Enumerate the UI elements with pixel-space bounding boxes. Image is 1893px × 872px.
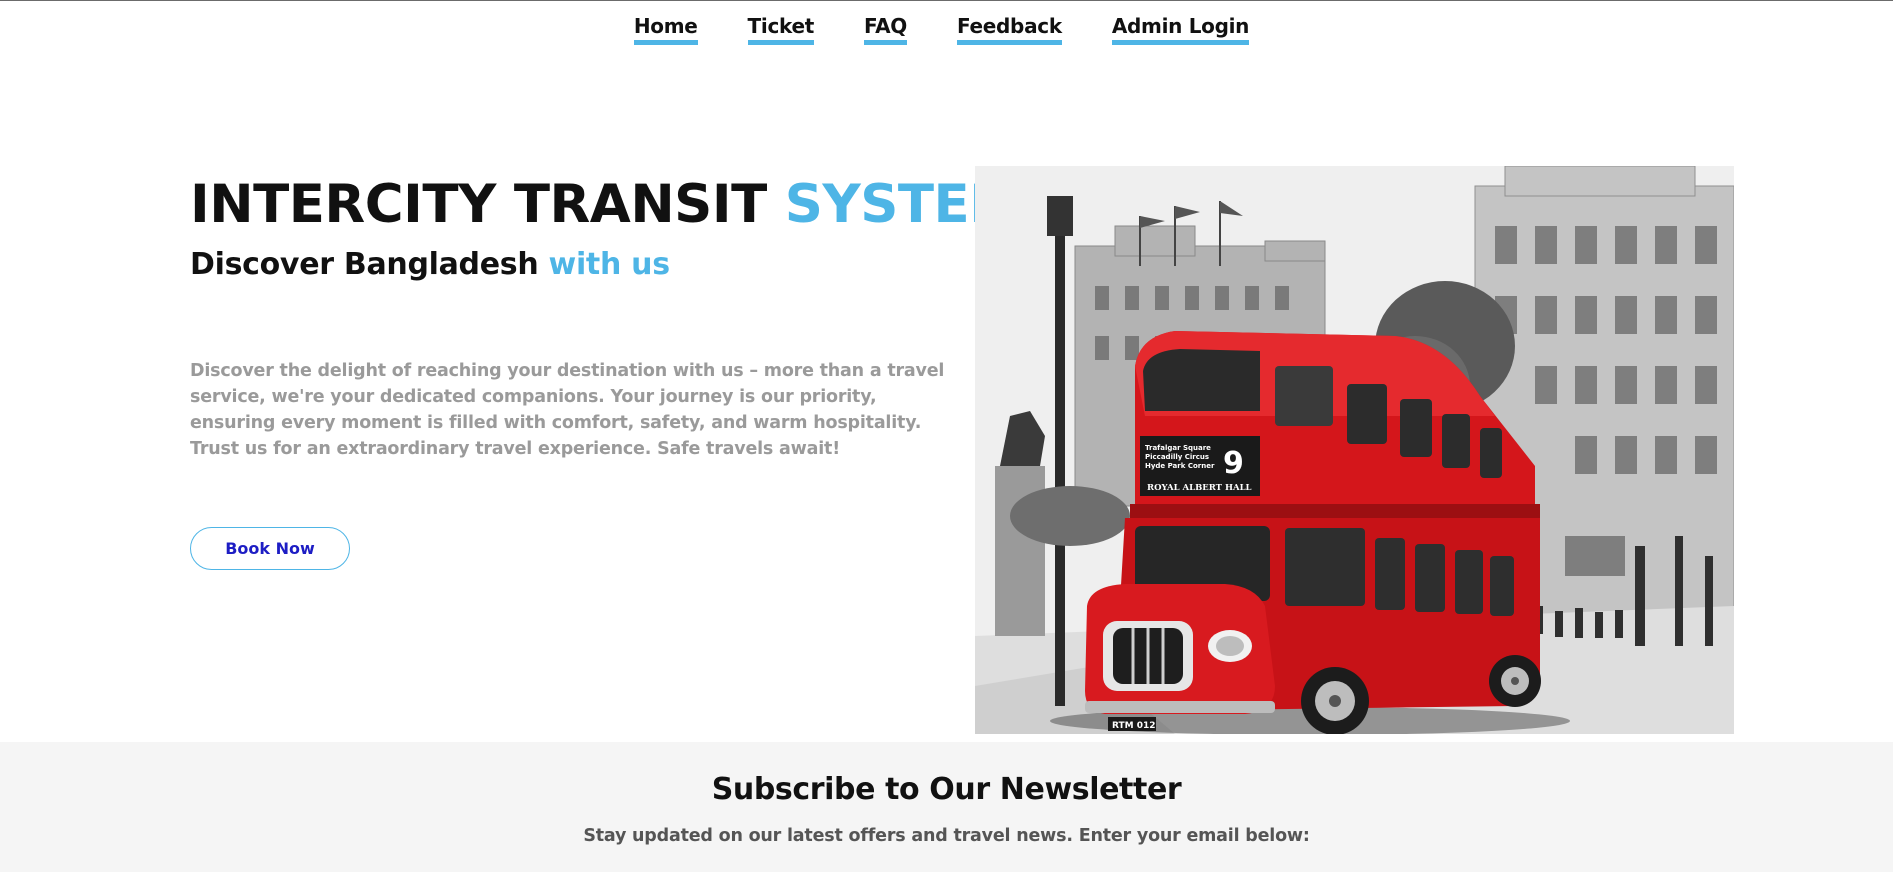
main-nav: Home Ticket FAQ Feedback Admin Login <box>0 13 1893 45</box>
newsletter-title: Subscribe to Our Newsletter <box>711 772 1182 807</box>
bus-route-number: 9 <box>1223 446 1244 481</box>
newsletter-section: Subscribe to Our Newsletter Stay updated… <box>0 742 1893 872</box>
nav-feedback-link[interactable]: Feedback <box>956 13 1062 45</box>
hero-subtitle: Discover Bangladesh with us <box>190 245 970 285</box>
nav-faq-link[interactable]: FAQ <box>864 13 907 45</box>
hero-description: Discover the delight of reaching your de… <box>190 361 945 459</box>
bus-route-line-2: Piccadilly Circus <box>1145 453 1209 461</box>
bus-plate: RTM 012 <box>1112 721 1156 731</box>
hero-heading-block: INTERCITY TRANSIT SYSTEM Discover Bangla… <box>190 173 1022 285</box>
hero-title: INTERCITY TRANSIT SYSTEM <box>190 173 1022 237</box>
bus-destination: ROYAL ALBERT HALL <box>1147 483 1252 493</box>
bus-route-lines: Trafalgar Square Piccadilly Circus Hyde … <box>1145 444 1215 470</box>
newsletter-text: Stay updated on our latest offers and tr… <box>583 826 1310 846</box>
hero-title-main: INTERCITY TRANSIT <box>190 174 785 235</box>
hero-bus-image: Trafalgar Square Piccadilly Circus Hyde … <box>975 166 1734 734</box>
bus-route-line-3: Hyde Park Corner <box>1145 462 1215 470</box>
nav-admin-login-link[interactable]: Admin Login <box>1111 13 1249 45</box>
bus-route-line-1: Trafalgar Square <box>1145 444 1211 452</box>
hero-subtitle-main: Discover Bangladesh <box>190 247 549 282</box>
nav-ticket-link[interactable]: Ticket <box>747 13 814 45</box>
page: Home Ticket FAQ Feedback Admin Login INT… <box>0 0 1893 872</box>
book-now-button[interactable]: Book Now <box>190 527 350 570</box>
nav-home-link[interactable]: Home <box>633 13 698 45</box>
hero-subtitle-accent: with us <box>548 247 671 282</box>
